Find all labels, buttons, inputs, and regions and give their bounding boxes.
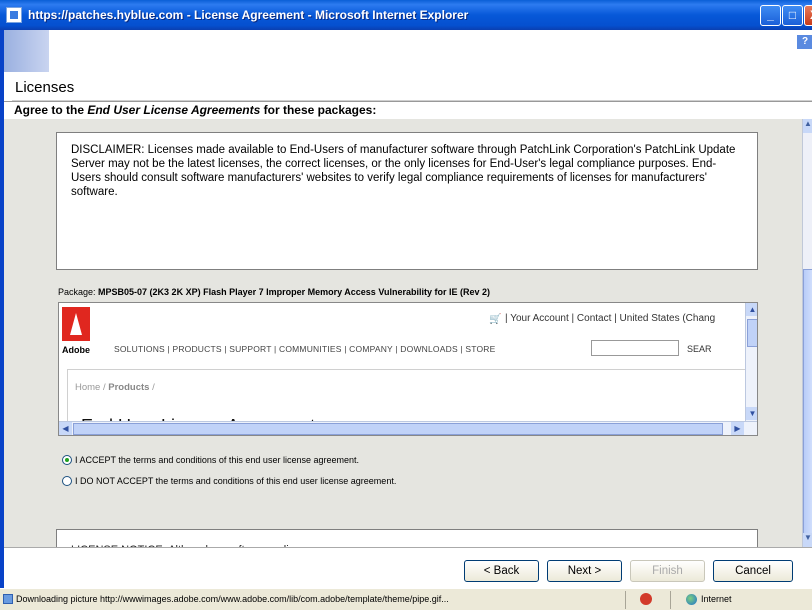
banner-logo	[4, 30, 49, 72]
page-title: Licenses	[15, 79, 75, 96]
ie-page-icon	[6, 7, 22, 23]
page-icon	[3, 594, 13, 604]
embed-horizontal-thumb[interactable]	[73, 423, 723, 435]
instruction-heading: Agree to the End User License Agreements…	[4, 101, 812, 118]
decline-option[interactable]: I DO NOT ACCEPT the terms and conditions…	[62, 476, 396, 486]
title-bar[interactable]: https://patches.hyblue.com - License Agr…	[0, 0, 812, 30]
embed-vertical-thumb[interactable]	[747, 319, 757, 347]
scroll-up-icon[interactable]: ▲	[746, 303, 757, 316]
security-icon[interactable]	[640, 593, 652, 605]
breadcrumb-home[interactable]: Home /	[75, 382, 108, 393]
status-bar: Downloading picture http://wwwimages.ado…	[0, 588, 812, 610]
maximize-button[interactable]: □	[782, 5, 803, 26]
status-separator	[670, 591, 671, 609]
site-search-button[interactable]: SEAR	[687, 344, 712, 354]
embedded-license-frame[interactable]: Adobe 🛒 | Your Account | Contact | Unite…	[58, 302, 758, 436]
breadcrumb: Home / Products /	[75, 382, 155, 393]
instruction-prefix: Agree to the	[14, 103, 88, 117]
accept-label[interactable]: I ACCEPT the terms and conditions of thi…	[75, 455, 359, 465]
page-scroll-up-icon[interactable]: ▲	[803, 119, 812, 133]
scroll-left-icon[interactable]: ◀	[59, 422, 72, 435]
site-nav[interactable]: SOLUTIONS | PRODUCTS | SUPPORT | COMMUNI…	[114, 344, 495, 354]
license-content-pane: DISCLAIMER: Licenses made available to E…	[4, 119, 802, 547]
next-button[interactable]: Next >	[547, 560, 622, 582]
page-scroll-down-icon[interactable]: ▼	[803, 533, 812, 547]
adobe-wordmark: Adobe	[62, 345, 90, 355]
site-search-input[interactable]	[591, 340, 679, 356]
scroll-right-icon[interactable]: ▶	[731, 422, 744, 435]
cart-icon[interactable]: 🛒	[489, 314, 501, 325]
embed-horizontal-scrollbar[interactable]: ◀ ▶	[59, 421, 757, 435]
adobe-logo-icon[interactable]	[62, 307, 90, 341]
status-separator	[625, 591, 626, 609]
package-line: Package: MPSB05-07 (2K3 2K XP) Flash Pla…	[58, 287, 490, 297]
decline-radio[interactable]	[62, 476, 72, 486]
scroll-down-icon[interactable]: ▼	[746, 407, 757, 420]
help-icon[interactable]: ?	[797, 35, 812, 49]
account-links[interactable]: | Your Account | Contact | United States…	[505, 313, 715, 324]
disclaimer-box: DISCLAIMER: Licenses made available to E…	[56, 132, 758, 270]
accept-option[interactable]: I ACCEPT the terms and conditions of thi…	[62, 455, 359, 465]
cancel-button[interactable]: Cancel	[713, 560, 793, 582]
window-title: https://patches.hyblue.com - License Agr…	[28, 8, 469, 22]
browser-window: https://patches.hyblue.com - License Agr…	[0, 0, 812, 610]
internet-zone-icon[interactable]	[686, 594, 697, 605]
zone-label: Internet	[701, 594, 732, 604]
accept-radio[interactable]	[62, 455, 72, 465]
package-label: Package:	[58, 287, 99, 297]
finish-button[interactable]: Finish	[630, 560, 705, 582]
back-button[interactable]: < Back	[464, 560, 539, 582]
status-text: Downloading picture http://wwwimages.ado…	[16, 594, 449, 604]
decline-label[interactable]: I DO NOT ACCEPT the terms and conditions…	[75, 476, 396, 486]
license-notice-box: LICENSE NOTICE: Although ... software ..…	[56, 529, 758, 547]
page-vertical-scrollbar[interactable]: ▲ ▼	[802, 119, 812, 547]
breadcrumb-products[interactable]: Products	[108, 382, 149, 393]
breadcrumb-tail: /	[149, 382, 155, 393]
instruction-emphasis: End User License Agreements	[87, 103, 261, 117]
close-button[interactable]: X	[804, 5, 812, 26]
wizard-button-bar: < Back Next > Finish Cancel	[4, 547, 812, 585]
minimize-button[interactable]: _	[760, 5, 781, 26]
instruction-suffix: for these packages:	[260, 103, 377, 117]
package-name: MPSB05-07 (2K3 2K XP) Flash Player 7 Imp…	[98, 287, 491, 297]
header-banner: ?	[4, 30, 812, 72]
embed-vertical-scrollbar[interactable]: ▲ ▼	[745, 303, 757, 421]
page-scroll-thumb[interactable]	[803, 269, 812, 539]
